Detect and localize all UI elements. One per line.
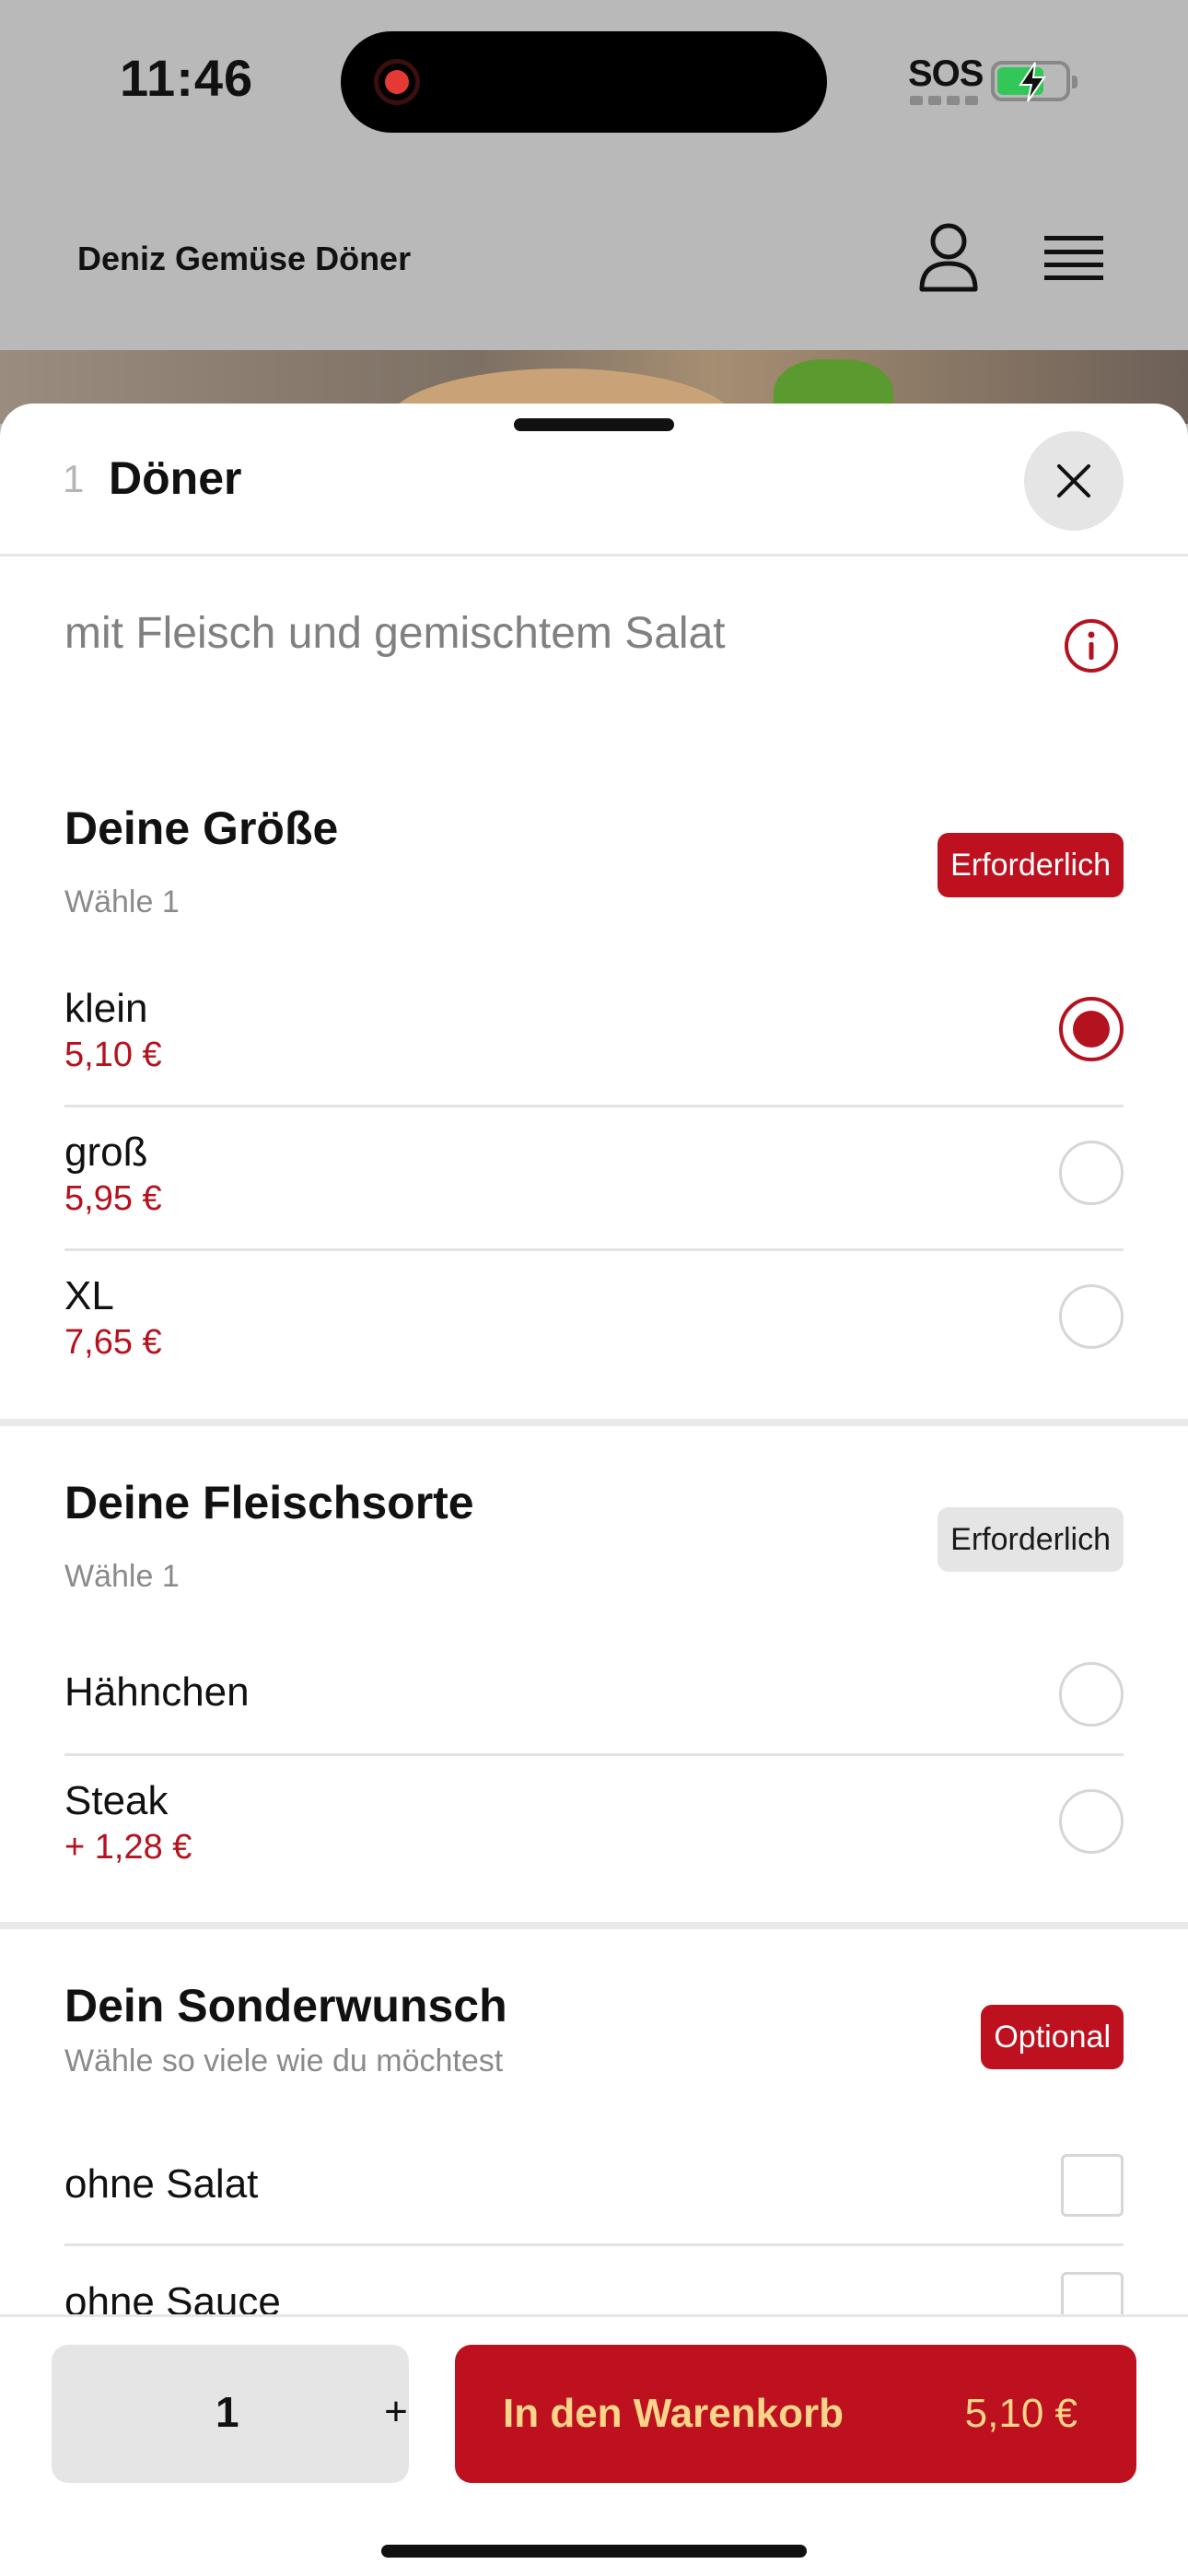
option-price: 5,95 € [64, 1179, 162, 1218]
divider [64, 1248, 1124, 1251]
close-button[interactable] [1024, 431, 1124, 531]
item-title: Döner [109, 452, 242, 504]
item-number: 1 [63, 457, 85, 500]
radio-unselected[interactable] [1059, 1284, 1124, 1349]
checkbox[interactable] [1061, 2154, 1124, 2217]
size-section-subtitle: Wähle 1 [64, 884, 180, 919]
status-time: 11:46 [120, 49, 254, 107]
option-name: ohne Salat [64, 2161, 259, 2207]
optional-badge: Optional [981, 2005, 1124, 2069]
size-option-klein[interactable]: klein 5,10 € [64, 986, 1124, 1074]
radio-unselected[interactable] [1059, 1789, 1124, 1854]
size-option-xl[interactable]: XL 7,65 € [64, 1273, 1124, 1362]
status-bar: 11:46 SOS [0, 0, 1188, 166]
special-section-title: Dein Sonderwunsch [64, 1980, 507, 2032]
home-indicator[interactable] [381, 2545, 807, 2558]
option-price: 7,65 € [64, 1323, 162, 1362]
sheet-header: 1 Döner [0, 404, 1188, 556]
option-name: groß [64, 1130, 148, 1175]
shop-name[interactable]: Deniz Gemüse Döner [77, 240, 411, 278]
meat-option-steak[interactable]: Steak + 1,28 € [64, 1778, 1124, 1867]
dynamic-island [341, 31, 827, 133]
plus-button[interactable]: + [376, 2389, 416, 2435]
info-icon[interactable] [1063, 617, 1120, 674]
size-required-badge: Erforderlich [938, 833, 1124, 897]
add-to-cart-button[interactable]: In den Warenkorb 5,10 € [455, 2345, 1136, 2483]
battery-charging-icon [991, 61, 1077, 102]
section-separator [0, 1419, 1188, 1426]
close-icon [1057, 464, 1090, 498]
option-name: klein [64, 986, 148, 1031]
meat-required-badge: Erforderlich [938, 1507, 1124, 1572]
divider [64, 1105, 1124, 1107]
quantity-stepper[interactable]: 1 + [52, 2345, 409, 2483]
size-section-title: Deine Größe [64, 802, 339, 854]
meat-option-haehnchen[interactable]: Hähnchen [64, 1662, 1124, 1743]
radio-selected[interactable] [1059, 997, 1124, 1061]
sheet-footer: 1 + In den Warenkorb 5,10 € [0, 2314, 1188, 2576]
radio-unselected[interactable] [1059, 1662, 1124, 1727]
divider [64, 2243, 1124, 2246]
option-name: XL [64, 1273, 114, 1318]
radio-unselected[interactable] [1059, 1141, 1124, 1205]
user-account-icon[interactable] [917, 221, 980, 293]
sos-indicator: SOS [908, 53, 984, 94]
item-description: mit Fleisch und gemischtem Salat [64, 609, 726, 658]
option-name: Steak [64, 1778, 169, 1823]
meat-section-subtitle: Wähle 1 [64, 1559, 180, 1594]
option-name: Hähnchen [64, 1669, 250, 1715]
recording-icon [374, 59, 420, 105]
option-price: + 1,28 € [64, 1828, 192, 1867]
signal-dots-icon [910, 96, 978, 105]
special-option-ohne-salat[interactable]: ohne Salat [64, 2154, 1124, 2235]
special-section-subtitle: Wähle so viele wie du möchtest [64, 2043, 504, 2078]
cart-total: 5,10 € [964, 2391, 1077, 2436]
product-sheet: 1 Döner mit Fleisch und gemischtem Salat… [0, 404, 1188, 2576]
quantity-value: 1 [215, 2388, 239, 2436]
meat-section-title: Deine Fleischsorte [64, 1477, 474, 1528]
app-header: Deniz Gemüse Döner [0, 166, 1188, 350]
add-to-cart-label: In den Warenkorb [503, 2391, 844, 2436]
option-price: 5,10 € [64, 1036, 162, 1074]
hamburger-menu-icon[interactable] [1044, 234, 1103, 282]
section-separator [0, 1922, 1188, 1929]
size-option-gross[interactable]: groß 5,95 € [64, 1130, 1124, 1218]
divider [64, 1753, 1124, 1756]
